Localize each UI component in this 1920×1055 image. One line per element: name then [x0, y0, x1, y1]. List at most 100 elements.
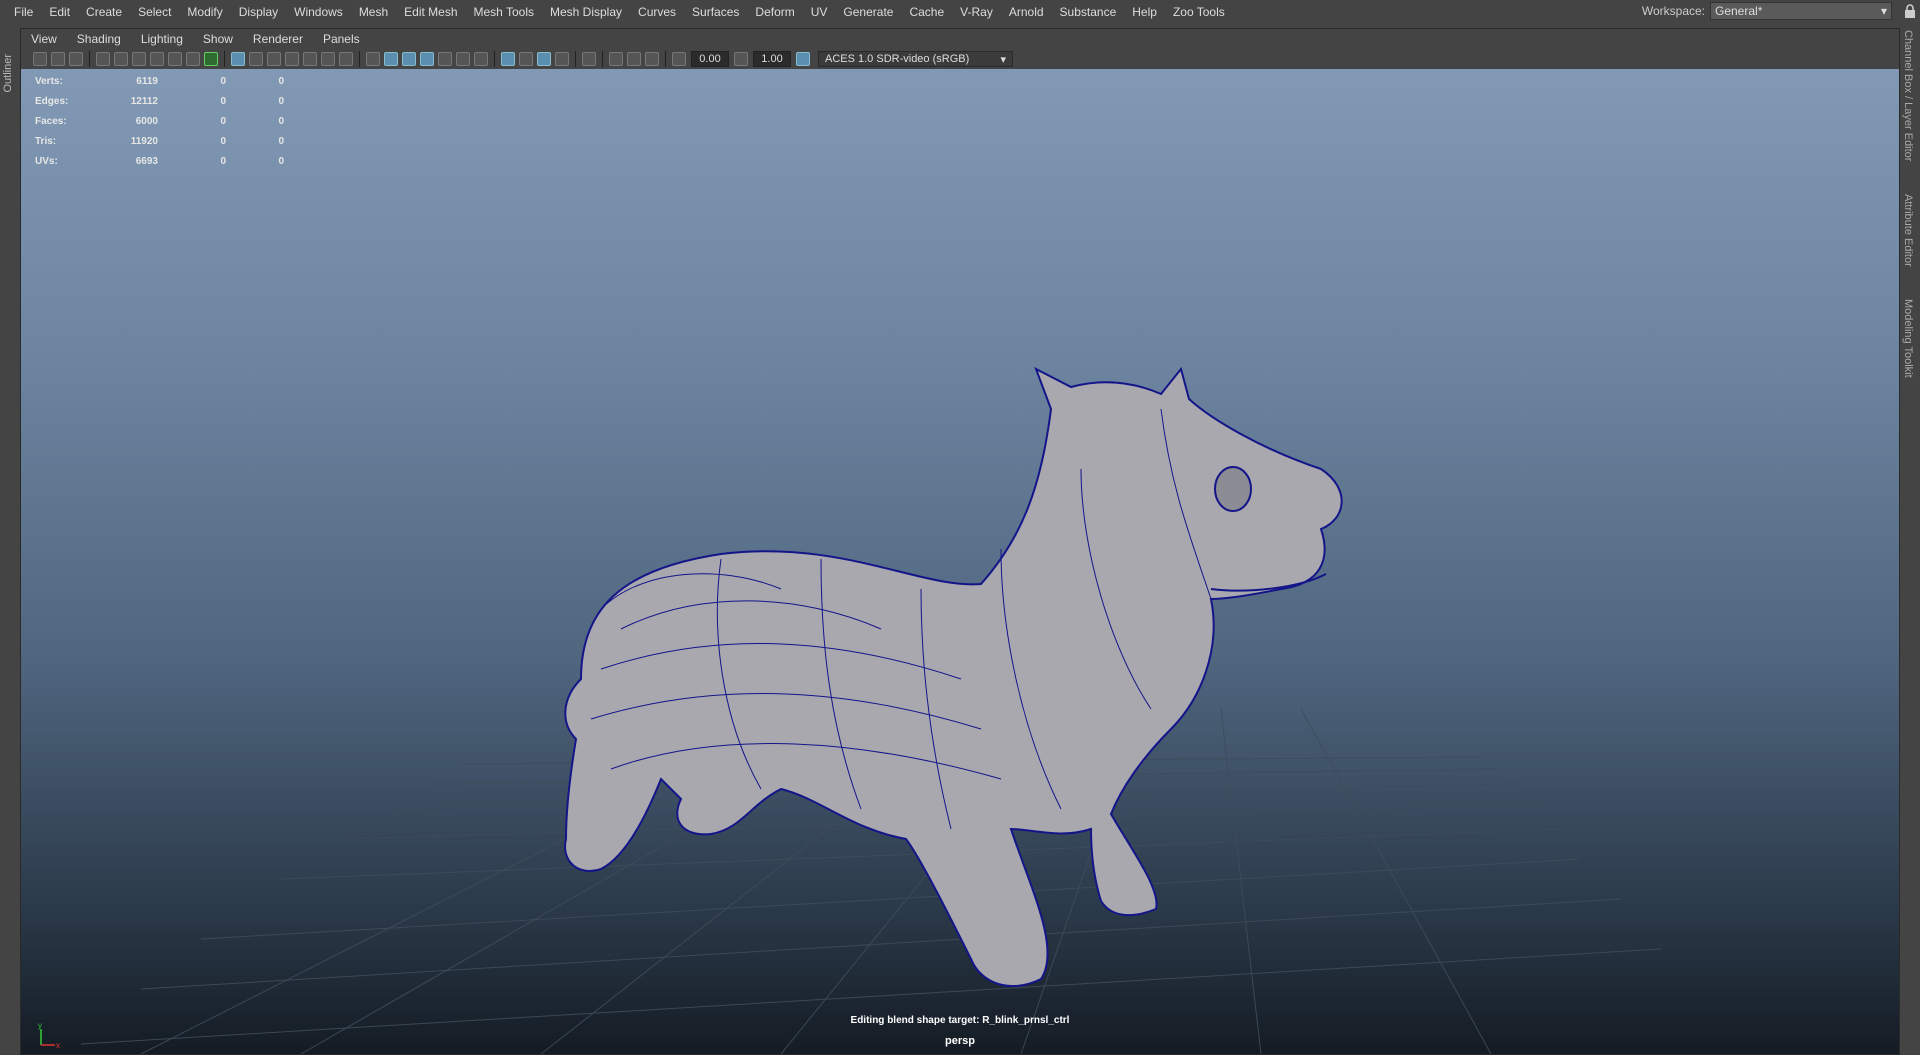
menu-vray[interactable]: V-Ray — [952, 5, 1001, 19]
dog-mesh — [564, 366, 1343, 988]
wireframe-icon[interactable] — [366, 52, 380, 66]
menu-edit-mesh[interactable]: Edit Mesh — [396, 5, 465, 19]
textured-icon[interactable] — [438, 52, 452, 66]
gate-mask-icon[interactable] — [285, 52, 299, 66]
resolution-gate-icon[interactable] — [267, 52, 281, 66]
xray-joints-icon[interactable] — [519, 52, 533, 66]
grid-icon[interactable] — [231, 52, 245, 66]
menu-edit[interactable]: Edit — [41, 5, 78, 19]
pin-icon[interactable] — [168, 52, 182, 66]
isolate-select-icon[interactable] — [582, 52, 596, 66]
main-menu-bar: File Edit Create Select Modify Display W… — [0, 0, 1920, 24]
menu-deform[interactable]: Deform — [747, 5, 802, 19]
right-dock: Channel Box / Layer Editor Attribute Edi… — [1898, 24, 1920, 1055]
toolbar-separator — [89, 51, 90, 67]
menu-mesh-display[interactable]: Mesh Display — [542, 5, 630, 19]
lights-icon[interactable] — [456, 52, 470, 66]
wireframe-on-shaded-icon[interactable] — [402, 52, 416, 66]
tab-modeling-toolkit[interactable]: Modeling Toolkit — [1902, 299, 1914, 378]
toolbar-separator — [575, 51, 576, 67]
panel-menu-renderer[interactable]: Renderer — [243, 32, 313, 46]
default-material-icon[interactable] — [420, 52, 434, 66]
safe-title-icon[interactable] — [339, 52, 353, 66]
two-d-pan-icon[interactable] — [132, 52, 146, 66]
3d-viewport[interactable]: Verts: 6119 0 0 Edges: 12112 0 0 Faces: … — [21, 69, 1899, 1054]
workspace-dropdown[interactable]: General* ▾ — [1710, 2, 1892, 20]
lock-icon[interactable] — [1904, 4, 1916, 18]
grease-pencil-icon[interactable] — [150, 52, 164, 66]
panel-menu-shading[interactable]: Shading — [67, 32, 131, 46]
safe-action-icon[interactable] — [321, 52, 335, 66]
menu-file[interactable]: File — [6, 5, 41, 19]
tab-attribute-editor[interactable]: Attribute Editor — [1902, 194, 1914, 267]
menu-curves[interactable]: Curves — [630, 5, 684, 19]
gamma-icon[interactable] — [734, 52, 748, 66]
menu-display[interactable]: Display — [231, 5, 286, 19]
toolbar-separator — [224, 51, 225, 67]
field-chart-icon[interactable] — [303, 52, 317, 66]
hud-value: 0 — [278, 115, 284, 127]
color-management-icon[interactable] — [796, 52, 810, 66]
menu-modify[interactable]: Modify — [179, 5, 230, 19]
camera-name-label: persp — [945, 1035, 975, 1047]
exposure-field[interactable]: 0.00 — [691, 51, 729, 67]
hud-value: 0 — [278, 135, 284, 147]
menu-mesh[interactable]: Mesh — [351, 5, 396, 19]
menu-select[interactable]: Select — [130, 5, 179, 19]
menu-help[interactable]: Help — [1124, 5, 1165, 19]
xray-icon[interactable] — [501, 52, 515, 66]
menu-zoo-tools[interactable]: Zoo Tools — [1165, 5, 1233, 19]
menu-windows[interactable]: Windows — [286, 5, 351, 19]
bookmark-icon[interactable] — [69, 52, 83, 66]
view-transform-dropdown[interactable]: ACES 1.0 SDR-video (sRGB) ▾ — [818, 51, 1013, 67]
exposure-icon[interactable] — [672, 52, 686, 66]
toolbar-separator — [665, 51, 666, 67]
panel-menu-show[interactable]: Show — [193, 32, 243, 46]
select-camera-icon[interactable] — [33, 52, 47, 66]
pen-icon[interactable] — [186, 52, 200, 66]
image-plane-icon[interactable] — [114, 52, 128, 66]
depth-of-field-icon[interactable] — [627, 52, 641, 66]
smooth-shade-icon[interactable] — [384, 52, 398, 66]
panel-menu-panels[interactable]: Panels — [313, 32, 370, 46]
menu-uv[interactable]: UV — [803, 5, 836, 19]
shadows-icon[interactable] — [474, 52, 488, 66]
ambient-occlusion-icon[interactable] — [537, 52, 551, 66]
workspace-label: Workspace: — [1641, 4, 1705, 18]
main-menu: File Edit Create Select Modify Display W… — [0, 5, 1233, 19]
menu-mesh-tools[interactable]: Mesh Tools — [466, 5, 542, 19]
menu-generate[interactable]: Generate — [835, 5, 901, 19]
view-axis-icon: y x — [38, 1021, 60, 1050]
hud-value: 6693 — [135, 155, 158, 167]
tab-channel-box[interactable]: Channel Box / Layer Editor — [1902, 30, 1914, 161]
hud-value: 0 — [220, 75, 226, 87]
hud-value: 0 — [278, 95, 284, 107]
brush-icon[interactable] — [204, 52, 218, 66]
panel-menu-view[interactable]: View — [21, 32, 67, 46]
menu-surfaces[interactable]: Surfaces — [684, 5, 747, 19]
menu-substance[interactable]: Substance — [1052, 5, 1125, 19]
antialiasing-icon[interactable] — [609, 52, 623, 66]
camera-icon[interactable] — [96, 52, 110, 66]
hud-value: 0 — [278, 155, 284, 167]
hud-label: Edges: — [35, 95, 69, 107]
hud-label: Verts: — [35, 75, 63, 87]
hud-row-tris: Tris: 11920 0 0 — [35, 131, 284, 151]
motion-blur-icon[interactable] — [555, 52, 569, 66]
menu-arnold[interactable]: Arnold — [1001, 5, 1052, 19]
film-gate-icon[interactable] — [249, 52, 263, 66]
chevron-down-icon: ▾ — [1880, 4, 1887, 18]
toolbar-separator — [359, 51, 360, 67]
menu-cache[interactable]: Cache — [901, 5, 952, 19]
tab-outliner[interactable]: Outliner — [2, 54, 14, 93]
gamma-field[interactable]: 1.00 — [753, 51, 791, 67]
hud-row-uvs: UVs: 6693 0 0 — [35, 151, 284, 171]
panel-menu-bar: View Shading Lighting Show Renderer Pane… — [21, 29, 1899, 49]
camera-gate-icon[interactable] — [645, 52, 659, 66]
axis-y-label: y — [38, 1021, 42, 1030]
panel-menu-lighting[interactable]: Lighting — [131, 32, 193, 46]
camera-attributes-icon[interactable] — [51, 52, 65, 66]
hud-value: 0 — [220, 155, 226, 167]
menu-create[interactable]: Create — [78, 5, 130, 19]
viewport-scene — [80, 366, 1662, 1054]
